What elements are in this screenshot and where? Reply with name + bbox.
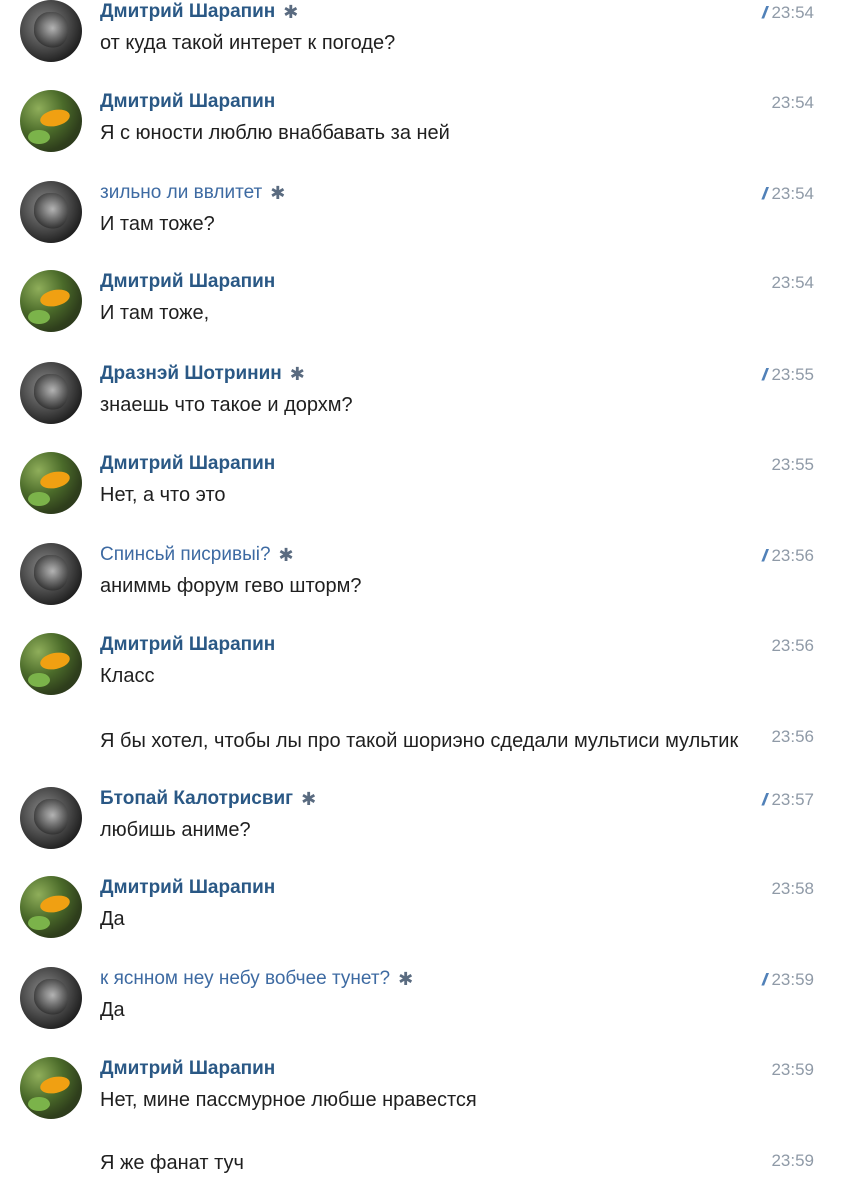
message-time: 23:55 [771,455,814,474]
message-text: И там тоже? [100,213,215,235]
message-time: 23:54 [771,3,814,22]
sender-name[interactable]: Дмитрий Шарапин [100,633,275,657]
double-check-icon: // [762,546,769,565]
message-meta: //23:57 [762,789,814,811]
double-check-icon: // [762,184,769,203]
spider-icon: ✱ [301,789,317,809]
double-check-icon: // [762,970,769,989]
sender-name[interactable]: Бтопай Калотрисвиг ✱ [100,787,316,811]
message-text: Да [100,999,125,1021]
double-check-icon: // [762,790,769,809]
message-time: 23:57 [771,790,814,809]
message-meta: //23:55 [762,364,814,386]
message-time: 23:58 [771,879,814,898]
message-time: 23:54 [771,273,814,292]
message-text: Да [100,908,125,930]
message: Спинсьй писривыі? ✱ аниммь форум гево што… [0,543,864,623]
avatar[interactable] [20,633,82,695]
message-meta: 23:55 [771,454,814,476]
spider-icon: ✱ [283,2,299,22]
message-meta: //23:54 [762,2,814,24]
message: Дмитрий Шарапин И там тоже, 23:54 [0,270,864,350]
message-meta: //23:56 [762,545,814,567]
message-meta: 23:54 [771,272,814,294]
avatar[interactable] [20,181,82,243]
message-text: Нет, мине пассмурное любше нравестся [100,1089,477,1111]
message-text: от куда такой интерет к погоде? [100,32,396,54]
message-text: Нет, а что это [100,484,226,506]
message: Я бы хотел, чтобы лы про такой шориэно с… [0,726,864,784]
message: Дмитрий Шарапин Да 23:58 [0,876,864,956]
message-meta: 23:54 [771,92,814,114]
sender-name-text[interactable]: зильно ли ввлитет [100,182,262,203]
message-text: Я бы хотел, чтобы лы про такой шориэно с… [100,730,739,752]
message: Дмитрий Шарапин Нет, а что это 23:55 [0,452,864,532]
double-check-icon: // [762,3,769,22]
message: Дмитрий Шарапин Класс 23:56 [0,633,864,713]
double-check-icon: // [762,365,769,384]
sender-name-text[interactable]: Дмитрий Шарапин [100,1,275,22]
message-meta: //23:54 [762,183,814,205]
message: Бтопай Калотрисвиг ✱ любишь аниме? //23:5… [0,787,864,867]
message-meta: 23:59 [771,1059,814,1081]
message-text: Я же фанат туч [100,1152,244,1174]
spider-icon: ✱ [289,364,305,384]
avatar[interactable] [20,452,82,514]
avatar[interactable] [20,967,82,1029]
message-time: 23:55 [771,365,814,384]
message-time: 23:56 [771,727,814,746]
sender-name-text[interactable]: Бтопай Калотрисвиг [100,788,293,809]
message: зильно ли ввлитет ✱ И там тоже? //23:54 [0,181,864,261]
sender-name[interactable]: Дмитрий Шарапин [100,270,275,294]
message-time: 23:54 [771,184,814,203]
message: Дмитрий Шарапин ✱ от куда такой интерет к… [0,0,864,80]
spider-icon: ✱ [278,545,294,565]
avatar[interactable] [20,362,82,424]
message-time: 23:56 [771,546,814,565]
sender-name[interactable]: Дмитрий Шарапин ✱ [100,0,298,24]
message-time: 23:56 [771,636,814,655]
sender-name[interactable]: Дразнэй Шотринин ✱ [100,362,305,386]
message: к яснном неу небу вобчее тунет? ✱ Да //23… [0,967,864,1047]
sender-name[interactable]: Дмитрий Шарапин [100,876,275,900]
avatar[interactable] [20,270,82,332]
avatar[interactable] [20,1057,82,1119]
sender-name-text[interactable]: Дразнэй Шотринин [100,363,282,384]
spider-icon: ✱ [270,183,286,203]
sender-name-text[interactable]: Спинсьй писривыі? [100,544,271,565]
avatar[interactable] [20,543,82,605]
message: Я же фанат туч 23:59 [0,1150,864,1184]
avatar[interactable] [20,787,82,849]
message-text: Класс [100,665,155,687]
message-text: Я с юности люблю внаббавать за ней [100,122,450,144]
avatar[interactable] [20,0,82,62]
message-time: 23:59 [771,1060,814,1079]
message-meta: //23:59 [762,969,814,991]
avatar[interactable] [20,90,82,152]
avatar[interactable] [20,876,82,938]
sender-name[interactable]: Спинсьй писривыі? ✱ [100,543,294,567]
message-text: аниммь форум гево шторм? [100,575,362,597]
message-time: 23:59 [771,970,814,989]
sender-name[interactable]: зильно ли ввлитет ✱ [100,181,285,205]
message-text: знаешь что такое и дорхм? [100,394,353,416]
spider-icon: ✱ [398,969,414,989]
message: Дразнэй Шотринин ✱ знаешь что такое и дор… [0,362,864,442]
message-time: 23:59 [771,1151,814,1170]
message-meta: 23:59 [771,1150,814,1172]
message-meta: 23:56 [771,726,814,748]
sender-name[interactable]: Дмитрий Шарапин [100,90,275,114]
message-text: любишь аниме? [100,819,251,841]
message-text: И там тоже, [100,302,210,324]
chat-history: Дмитрий Шарапин ✱ от куда такой интерет к… [0,0,864,1184]
message-meta: 23:56 [771,635,814,657]
message-time: 23:54 [771,93,814,112]
sender-name[interactable]: Дмитрий Шарапин [100,452,275,476]
sender-name[interactable]: Дмитрий Шарапин [100,1057,275,1081]
message: Дмитрий Шарапин Нет, мине пассмурное люб… [0,1057,864,1137]
sender-name[interactable]: к яснном неу небу вобчее тунет? ✱ [100,967,413,991]
message: Дмитрий Шарапин Я с юности люблю внаббав… [0,90,864,170]
message-meta: 23:58 [771,878,814,900]
sender-name-text[interactable]: к яснном неу небу вобчее тунет? [100,968,390,989]
